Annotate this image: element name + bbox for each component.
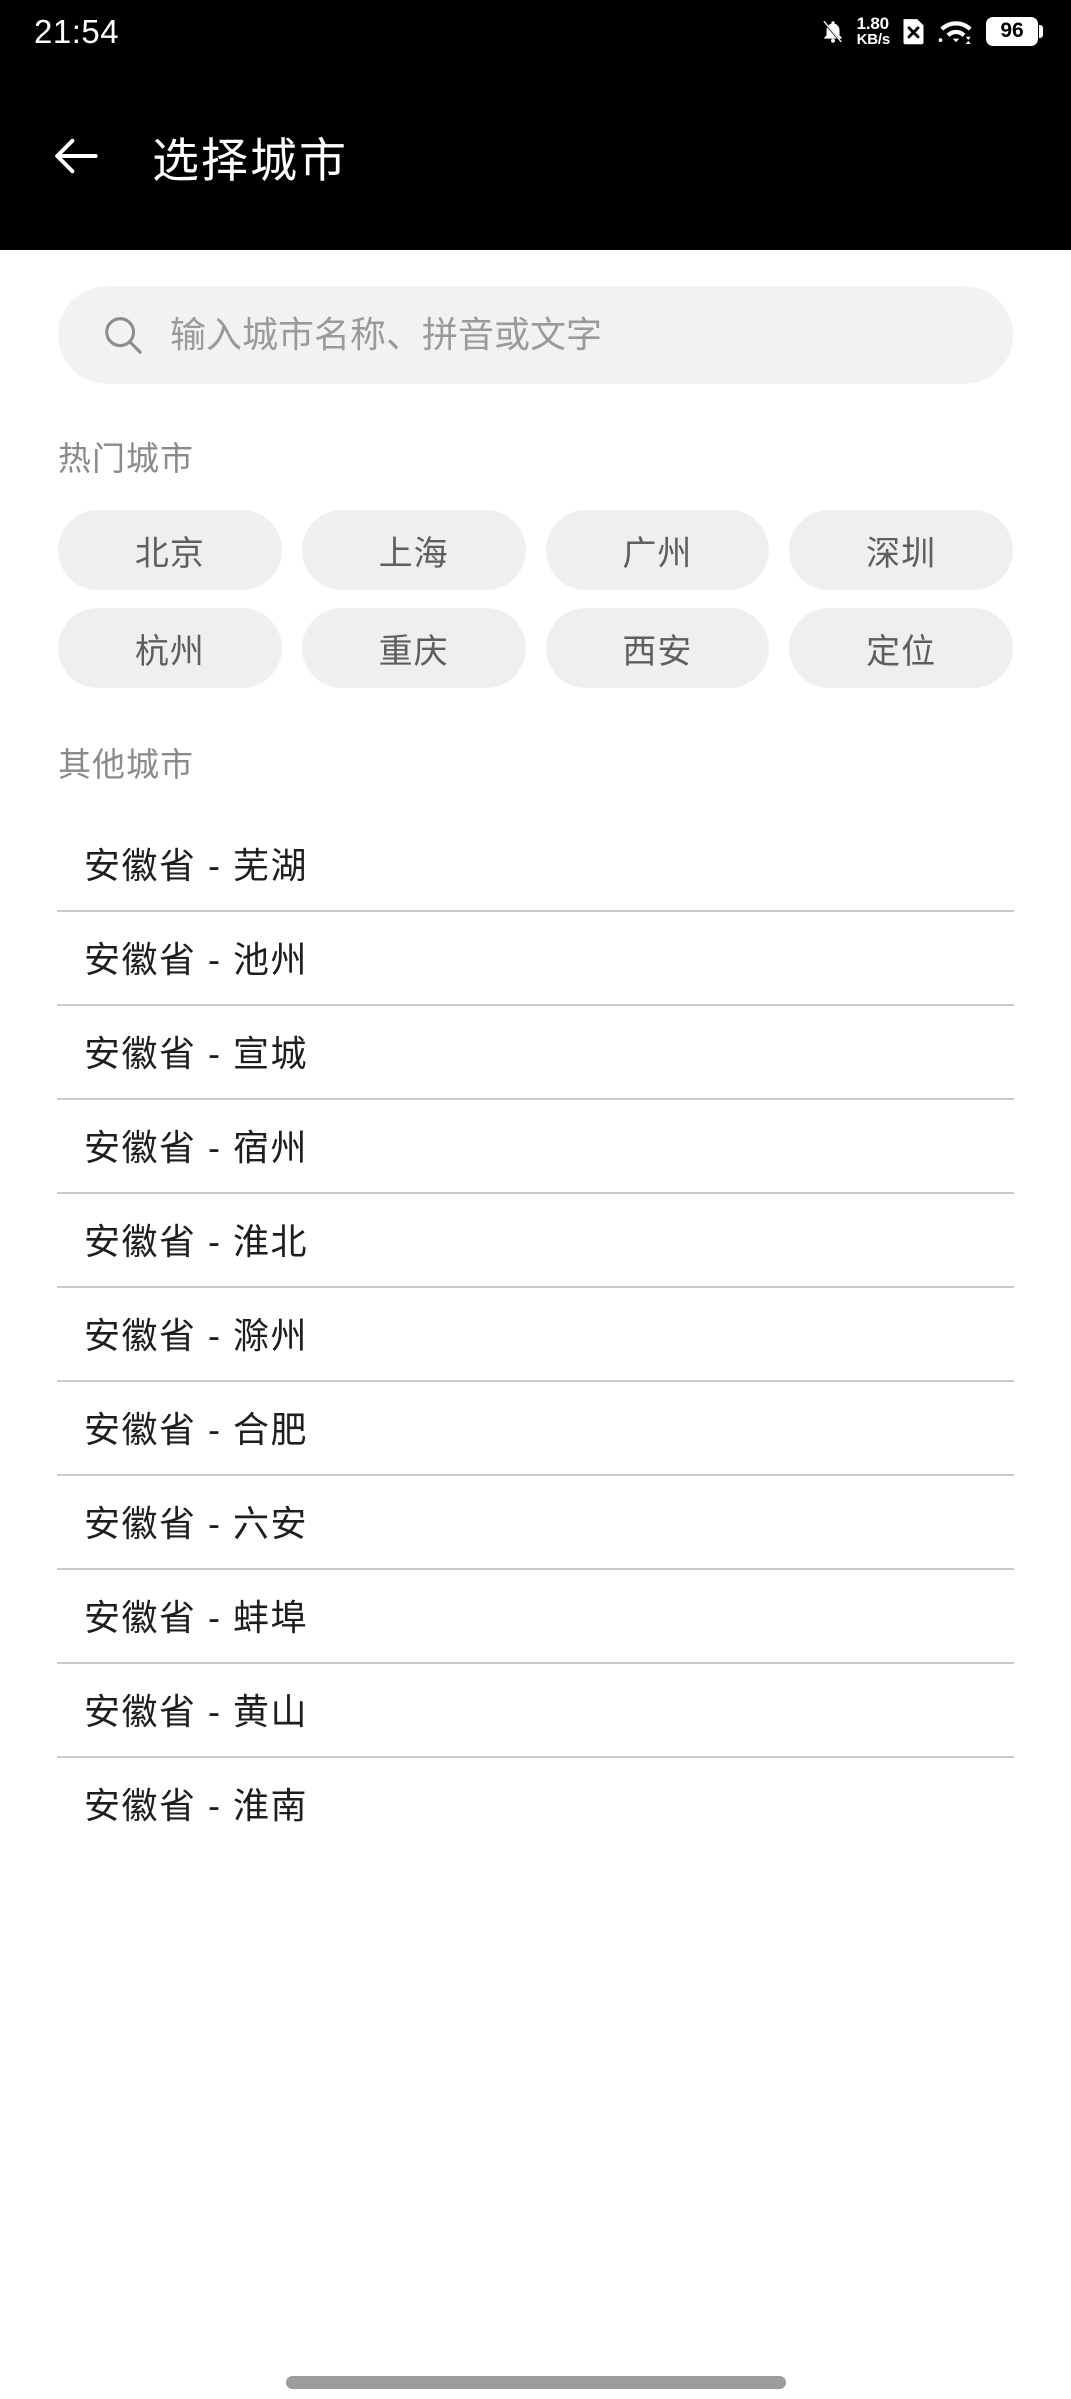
city-list-item[interactable]: 安徽省 - 淮南 <box>0 1756 1071 1850</box>
city-list-item[interactable]: 安徽省 - 蚌埠 <box>0 1568 1071 1662</box>
battery-cap <box>1039 24 1043 38</box>
network-speed-unit: KB/s <box>856 31 891 49</box>
city-name: 安徽省 - 六安 <box>84 1503 308 1544</box>
city-list-item[interactable]: 安徽省 - 黄山 <box>0 1662 1071 1756</box>
hot-cities-heading: 热门城市 <box>58 440 194 477</box>
search-section <box>0 250 1071 384</box>
search-icon <box>105 317 142 354</box>
hot-city-chip[interactable]: 深圳 <box>789 510 1013 590</box>
app-bar: 选择城市 <box>0 62 1071 250</box>
locate-chip[interactable]: 定位 <box>789 608 1013 688</box>
hot-cities-grid: 北京 上海 广州 深圳 杭州 重庆 西安 定位 <box>0 510 1071 688</box>
hot-city-chip[interactable]: 杭州 <box>58 608 282 688</box>
city-name: 安徽省 - 宿州 <box>84 1127 308 1168</box>
city-name: 安徽省 - 滁州 <box>84 1315 308 1356</box>
city-name: 安徽省 - 蚌埠 <box>84 1597 308 1638</box>
city-list: 安徽省 - 芜湖 安徽省 - 池州 安徽省 - 宣城 安徽省 - 宿州 安徽省 … <box>0 816 1071 1850</box>
home-gesture-bar[interactable] <box>285 2376 786 2389</box>
city-list-item[interactable]: 安徽省 - 淮北 <box>0 1192 1071 1286</box>
city-list-item[interactable]: 安徽省 - 六安 <box>0 1474 1071 1568</box>
city-list-item[interactable]: 安徽省 - 合肥 <box>0 1380 1071 1474</box>
city-name: 安徽省 - 合肥 <box>84 1409 308 1450</box>
phone-screen: 21:54 1.80 KB/s 96 选择城市 输入城市名称、拼音或文字 热门城… <box>0 0 1071 2399</box>
search-bar[interactable] <box>58 286 1013 384</box>
city-name: 安徽省 - 淮北 <box>84 1221 308 1262</box>
search-input[interactable] <box>170 314 971 356</box>
back-arrow-icon <box>55 138 98 174</box>
city-list-item[interactable]: 安徽省 - 池州 <box>0 910 1071 1004</box>
city-list-item[interactable]: 安徽省 - 宿州 <box>0 1098 1071 1192</box>
page-title: 选择城市 <box>152 133 348 187</box>
city-name: 安徽省 - 芜湖 <box>84 845 308 886</box>
city-name: 安徽省 - 宣城 <box>84 1033 308 1074</box>
other-cities-heading: 其他城市 <box>58 746 194 783</box>
wifi-icon <box>938 21 972 44</box>
hot-city-chip[interactable]: 广州 <box>545 510 770 590</box>
city-list-item[interactable]: 安徽省 - 滁州 <box>0 1286 1071 1380</box>
back-button[interactable] <box>22 101 132 211</box>
city-list-item[interactable]: 安徽省 - 芜湖 <box>0 816 1071 910</box>
battery-icon: 96 <box>986 16 1043 46</box>
status-bar-icons: 1.80 KB/s 96 <box>820 13 1043 49</box>
status-bar-clock: 21:54 <box>34 12 120 50</box>
city-list-item[interactable]: 安徽省 - 宣城 <box>0 1004 1071 1098</box>
sim-card-off-icon <box>903 19 924 45</box>
city-name: 安徽省 - 黄山 <box>84 1691 308 1732</box>
network-speed-value: 1.80 <box>856 13 889 33</box>
status-bar: 21:54 1.80 KB/s 96 <box>0 0 1071 62</box>
hot-city-chip[interactable]: 北京 <box>58 510 282 590</box>
mute-bell-icon <box>821 20 842 44</box>
hot-city-chip[interactable]: 重庆 <box>301 608 526 688</box>
network-speed: 1.80 KB/s <box>856 13 891 49</box>
page-content: 热门城市 北京 上海 广州 深圳 杭州 重庆 西安 定位 其他城市 安徽省 - … <box>0 250 1071 2399</box>
city-name: 安徽省 - 池州 <box>84 939 308 980</box>
battery-level: 96 <box>986 16 1038 46</box>
city-name: 安徽省 - 淮南 <box>84 1785 308 1826</box>
hot-city-chip[interactable]: 上海 <box>301 510 526 590</box>
hot-city-chip[interactable]: 西安 <box>545 608 770 688</box>
